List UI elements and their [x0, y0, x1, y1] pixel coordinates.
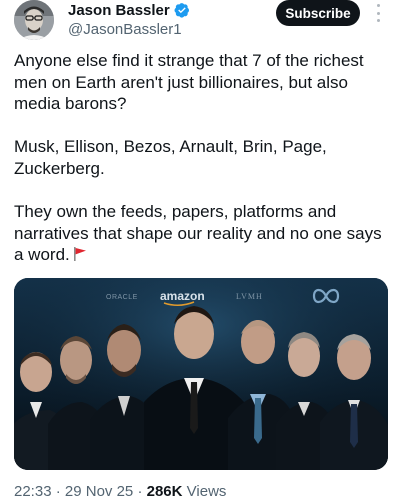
views-label: Views: [186, 483, 227, 500]
oracle-logo: ORACLE: [106, 294, 138, 301]
more-vertical-icon[interactable]: [374, 2, 382, 24]
tweet-time[interactable]: 22:33: [14, 483, 52, 500]
lvmh-logo: LVMH: [236, 292, 263, 301]
display-name-row: Jason Bassler: [68, 1, 190, 19]
display-name[interactable]: Jason Bassler: [68, 2, 170, 19]
verified-badge-icon: [174, 2, 190, 18]
tweet-header: Jason Bassler @JasonBassler1 Subscribe: [0, 0, 402, 44]
tweet-text: Anyone else find it strange that 7 of th…: [14, 51, 382, 265]
more-dot: [376, 19, 380, 22]
avatar[interactable]: [14, 0, 54, 40]
views-count[interactable]: 286K: [147, 483, 183, 500]
subscribe-button[interactable]: Subscribe: [276, 0, 360, 26]
avatar-image: [14, 0, 54, 40]
amazon-logo: amazon: [160, 289, 205, 303]
more-dot: [376, 4, 380, 7]
more-dot: [376, 11, 380, 15]
media-illustration: ORACLE amazon LVMH: [14, 278, 388, 470]
author-handle[interactable]: @JasonBassler1: [68, 21, 190, 38]
red-flag-emoji: [72, 246, 88, 268]
author-names: Jason Bassler @JasonBassler1: [68, 1, 190, 38]
tweet-text-block: Anyone else find it strange that 7 of th…: [14, 50, 394, 268]
tweet-media-image[interactable]: ORACLE amazon LVMH: [14, 278, 388, 470]
tweet-date[interactable]: 29 Nov 25: [65, 483, 133, 500]
tweet-meta: 22:33 · 29 Nov 25 · 286K Views: [14, 483, 227, 500]
